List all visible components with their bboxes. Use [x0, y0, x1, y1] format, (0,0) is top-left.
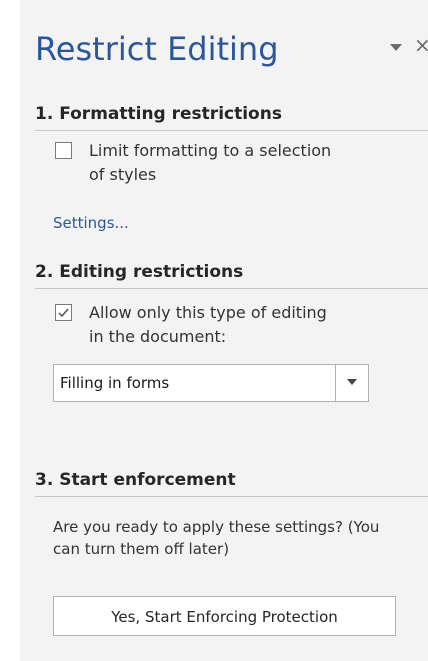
limit-formatting-label-line1: Limit formatting to a selection [89, 141, 332, 160]
checkmark-icon [58, 308, 69, 318]
settings-link[interactable]: Settings... [53, 214, 129, 232]
start-enforcement-heading: 3. Start enforcement [35, 470, 236, 490]
dropdown-selected-value: Filling in forms [60, 374, 170, 392]
dropdown-button[interactable] [335, 365, 368, 401]
section-divider [35, 496, 428, 497]
limit-formatting-label-line2: of styles [89, 165, 157, 184]
allow-editing-checkbox[interactable] [55, 304, 72, 321]
editing-restrictions-heading: 2. Editing restrictions [35, 262, 244, 282]
editing-type-dropdown[interactable]: Filling in forms [53, 364, 369, 402]
section-divider [35, 130, 428, 131]
allow-editing-label-line1: Allow only this type of editing [89, 303, 327, 322]
enforcement-description: Are you ready to apply these settings? (… [53, 518, 380, 558]
formatting-restrictions-heading: 1. Formatting restrictions [35, 104, 282, 124]
chevron-down-icon[interactable] [390, 44, 402, 51]
close-icon[interactable]: × [414, 30, 428, 60]
section-divider [35, 288, 428, 289]
allow-editing-label-line2: in the document: [89, 327, 227, 346]
chevron-down-icon [347, 379, 357, 385]
start-enforcing-button[interactable]: Yes, Start Enforcing Protection [53, 596, 396, 636]
limit-formatting-checkbox[interactable] [55, 142, 72, 159]
pane-title: Restrict Editing [35, 30, 279, 68]
